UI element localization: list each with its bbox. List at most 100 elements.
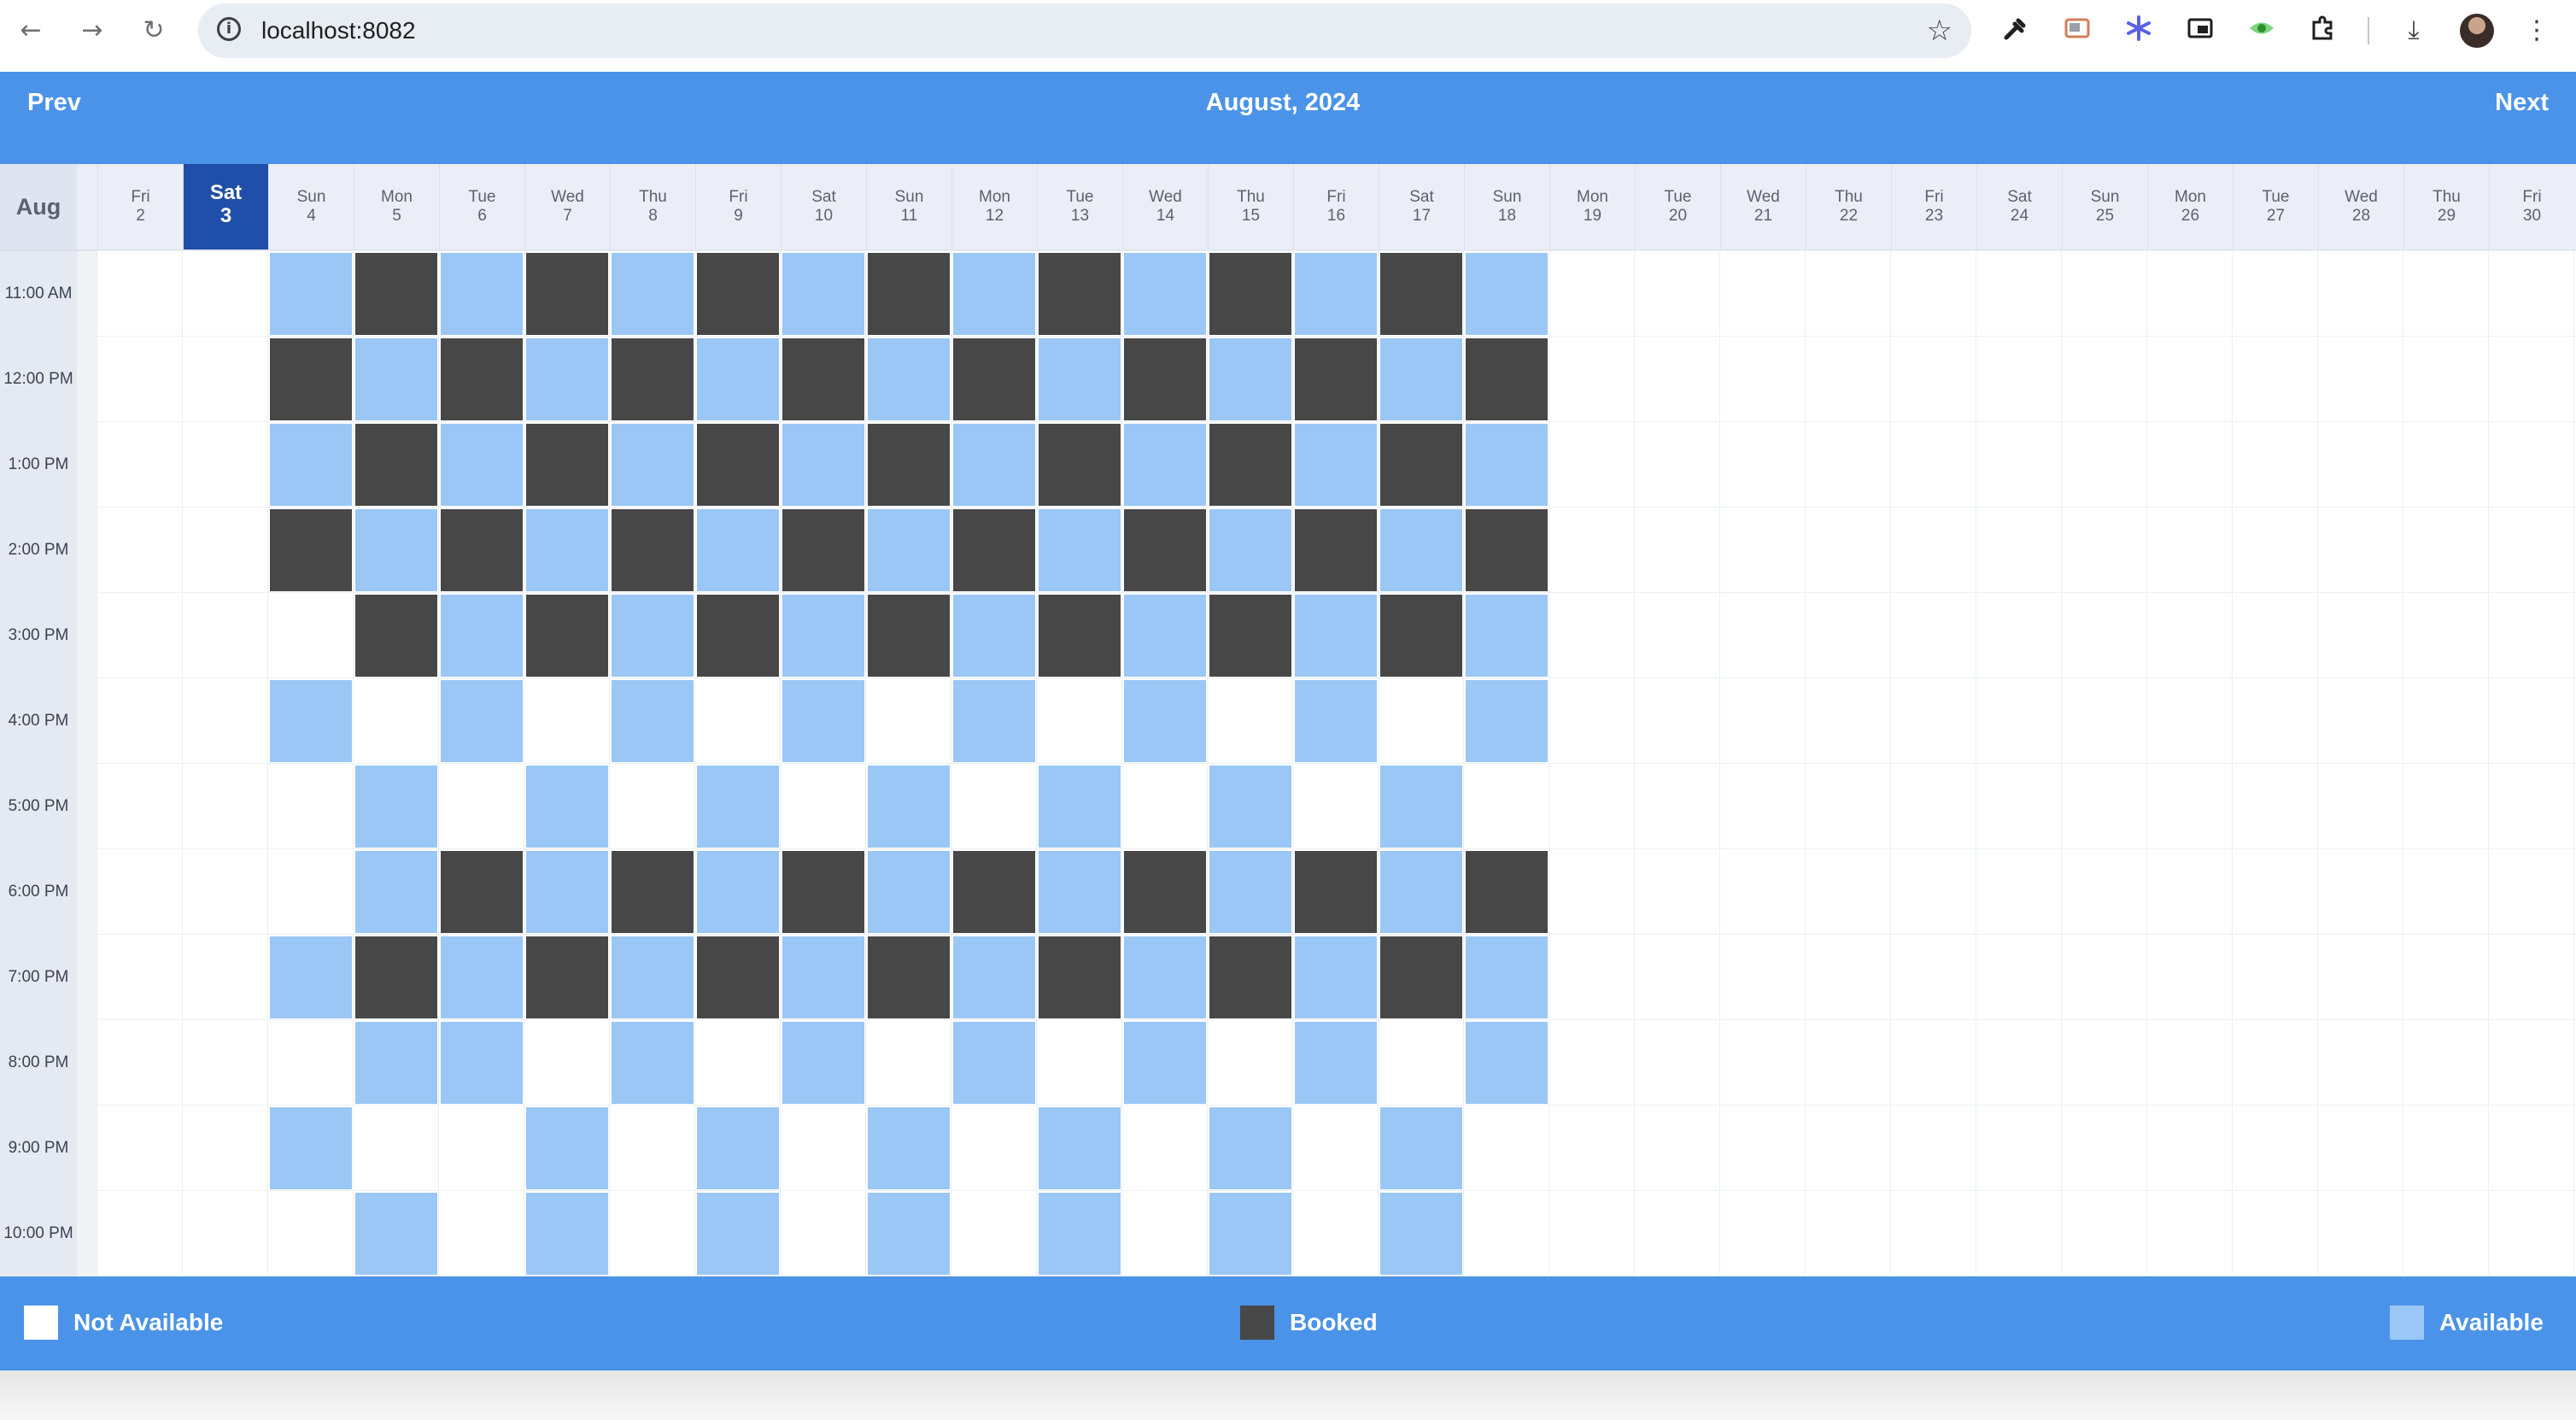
available-slot[interactable] bbox=[1295, 936, 1377, 1018]
available-slot[interactable] bbox=[612, 680, 694, 762]
asterisk-extension-icon[interactable] bbox=[2122, 14, 2156, 48]
available-slot[interactable] bbox=[1039, 766, 1121, 848]
available-slot[interactable] bbox=[1466, 680, 1548, 762]
available-slot[interactable] bbox=[868, 766, 950, 848]
available-slot[interactable] bbox=[526, 1193, 608, 1275]
booked-slot[interactable] bbox=[1380, 595, 1462, 677]
booked-slot[interactable] bbox=[953, 338, 1035, 420]
available-slot[interactable] bbox=[1380, 1193, 1462, 1275]
site-info-icon[interactable]: i bbox=[217, 17, 241, 41]
browser-menu-icon[interactable]: ⋮ bbox=[2520, 14, 2554, 48]
available-slot[interactable] bbox=[697, 851, 779, 933]
available-slot[interactable] bbox=[1380, 766, 1462, 848]
available-slot[interactable] bbox=[355, 509, 437, 591]
url-text[interactable]: localhost:8082 bbox=[261, 17, 416, 44]
available-slot[interactable] bbox=[270, 936, 352, 1018]
reload-icon[interactable]: ↻ bbox=[138, 15, 169, 46]
available-slot[interactable] bbox=[1124, 253, 1206, 335]
available-slot[interactable] bbox=[1209, 851, 1291, 933]
available-slot[interactable] bbox=[1039, 509, 1121, 591]
available-slot[interactable] bbox=[1466, 253, 1548, 335]
available-slot[interactable] bbox=[782, 595, 864, 677]
booked-slot[interactable] bbox=[868, 936, 950, 1018]
booked-slot[interactable] bbox=[1039, 253, 1121, 335]
available-slot[interactable] bbox=[1295, 1022, 1377, 1104]
booked-slot[interactable] bbox=[612, 509, 694, 591]
available-slot[interactable] bbox=[697, 338, 779, 420]
booked-slot[interactable] bbox=[868, 253, 950, 335]
available-slot[interactable] bbox=[526, 338, 608, 420]
booked-slot[interactable] bbox=[1209, 424, 1291, 506]
available-slot[interactable] bbox=[1209, 1193, 1291, 1275]
booked-slot[interactable] bbox=[612, 338, 694, 420]
profile-avatar[interactable] bbox=[2460, 14, 2494, 48]
available-slot[interactable] bbox=[868, 338, 950, 420]
available-slot[interactable] bbox=[441, 936, 523, 1018]
booked-slot[interactable] bbox=[441, 509, 523, 591]
available-slot[interactable] bbox=[953, 680, 1035, 762]
available-slot[interactable] bbox=[1039, 851, 1121, 933]
available-slot[interactable] bbox=[782, 1022, 864, 1104]
available-slot[interactable] bbox=[953, 936, 1035, 1018]
booked-slot[interactable] bbox=[1295, 509, 1377, 591]
booked-slot[interactable] bbox=[355, 424, 437, 506]
available-slot[interactable] bbox=[612, 936, 694, 1018]
available-slot[interactable] bbox=[1124, 1022, 1206, 1104]
available-slot[interactable] bbox=[1124, 424, 1206, 506]
available-slot[interactable] bbox=[270, 680, 352, 762]
cast-extension-icon[interactable] bbox=[2060, 14, 2094, 48]
extensions-puzzle-icon[interactable] bbox=[2306, 14, 2340, 48]
booked-slot[interactable] bbox=[1466, 509, 1548, 591]
available-slot[interactable] bbox=[868, 1107, 950, 1189]
available-slot[interactable] bbox=[1380, 851, 1462, 933]
booked-slot[interactable] bbox=[526, 253, 608, 335]
available-slot[interactable] bbox=[1295, 253, 1377, 335]
booked-slot[interactable] bbox=[953, 509, 1035, 591]
available-slot[interactable] bbox=[441, 595, 523, 677]
booked-slot[interactable] bbox=[270, 509, 352, 591]
booked-slot[interactable] bbox=[1209, 936, 1291, 1018]
available-slot[interactable] bbox=[441, 1022, 523, 1104]
booked-slot[interactable] bbox=[1466, 338, 1548, 420]
available-slot[interactable] bbox=[612, 424, 694, 506]
available-slot[interactable] bbox=[953, 595, 1035, 677]
booked-slot[interactable] bbox=[697, 595, 779, 677]
booked-slot[interactable] bbox=[868, 595, 950, 677]
available-slot[interactable] bbox=[1039, 338, 1121, 420]
available-slot[interactable] bbox=[953, 253, 1035, 335]
available-slot[interactable] bbox=[1380, 509, 1462, 591]
booked-slot[interactable] bbox=[697, 936, 779, 1018]
available-slot[interactable] bbox=[1466, 1022, 1548, 1104]
eye-extension-icon[interactable] bbox=[2245, 14, 2279, 48]
available-slot[interactable] bbox=[1466, 424, 1548, 506]
available-slot[interactable] bbox=[1209, 509, 1291, 591]
booked-slot[interactable] bbox=[441, 851, 523, 933]
booked-slot[interactable] bbox=[526, 424, 608, 506]
booked-slot[interactable] bbox=[1039, 424, 1121, 506]
booked-slot[interactable] bbox=[1124, 338, 1206, 420]
available-slot[interactable] bbox=[1209, 1107, 1291, 1189]
booked-slot[interactable] bbox=[1295, 338, 1377, 420]
available-slot[interactable] bbox=[1039, 1193, 1121, 1275]
available-slot[interactable] bbox=[868, 509, 950, 591]
booked-slot[interactable] bbox=[355, 936, 437, 1018]
booked-slot[interactable] bbox=[697, 253, 779, 335]
booked-slot[interactable] bbox=[953, 851, 1035, 933]
booked-slot[interactable] bbox=[697, 424, 779, 506]
available-slot[interactable] bbox=[868, 851, 950, 933]
available-slot[interactable] bbox=[1466, 595, 1548, 677]
available-slot[interactable] bbox=[441, 253, 523, 335]
booked-slot[interactable] bbox=[612, 851, 694, 933]
booked-slot[interactable] bbox=[526, 936, 608, 1018]
available-slot[interactable] bbox=[441, 424, 523, 506]
available-slot[interactable] bbox=[355, 338, 437, 420]
forward-icon[interactable]: → bbox=[77, 15, 108, 46]
booked-slot[interactable] bbox=[868, 424, 950, 506]
available-slot[interactable] bbox=[1209, 338, 1291, 420]
available-slot[interactable] bbox=[270, 253, 352, 335]
available-slot[interactable] bbox=[1466, 936, 1548, 1018]
available-slot[interactable] bbox=[355, 766, 437, 848]
booked-slot[interactable] bbox=[1039, 936, 1121, 1018]
booked-slot[interactable] bbox=[441, 338, 523, 420]
picture-in-picture-icon[interactable] bbox=[2183, 14, 2217, 48]
